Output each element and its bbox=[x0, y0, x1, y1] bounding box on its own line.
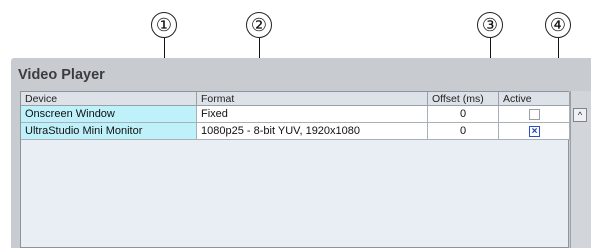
callout-1: ① bbox=[151, 12, 177, 38]
active-checkbox[interactable] bbox=[529, 109, 540, 120]
device-table: Device Format Offset (ms) Active Onscree… bbox=[20, 91, 570, 248]
chevron-up-icon[interactable]: ^ bbox=[573, 108, 587, 122]
column-header-offset[interactable]: Offset (ms) bbox=[428, 92, 499, 106]
table-row-format-cell[interactable]: Fixed bbox=[197, 106, 428, 123]
column-header-device[interactable]: Device bbox=[21, 92, 197, 106]
column-header-active[interactable]: Active bbox=[499, 92, 570, 106]
vertical-scrollbar[interactable]: ^ bbox=[570, 91, 591, 248]
callout-2: ② bbox=[246, 12, 272, 38]
panel-title: Video Player bbox=[18, 67, 105, 83]
table-row-device-cell[interactable]: Onscreen Window bbox=[21, 106, 197, 123]
table-row-format-cell[interactable]: 1080p25 - 8-bit YUV, 1920x1080 bbox=[197, 123, 428, 140]
table-row-offset-cell[interactable]: 0 bbox=[428, 106, 499, 123]
video-player-panel: Video Player Device Format Offset (ms) A… bbox=[11, 58, 591, 248]
active-checkbox[interactable]: × bbox=[529, 126, 540, 137]
table-row-offset-cell[interactable]: 0 bbox=[428, 123, 499, 140]
table-row-device-cell[interactable]: UltraStudio Mini Monitor bbox=[21, 123, 197, 140]
column-header-format[interactable]: Format bbox=[197, 92, 428, 106]
callout-4: ④ bbox=[545, 12, 571, 38]
callout-3: ③ bbox=[477, 12, 503, 38]
